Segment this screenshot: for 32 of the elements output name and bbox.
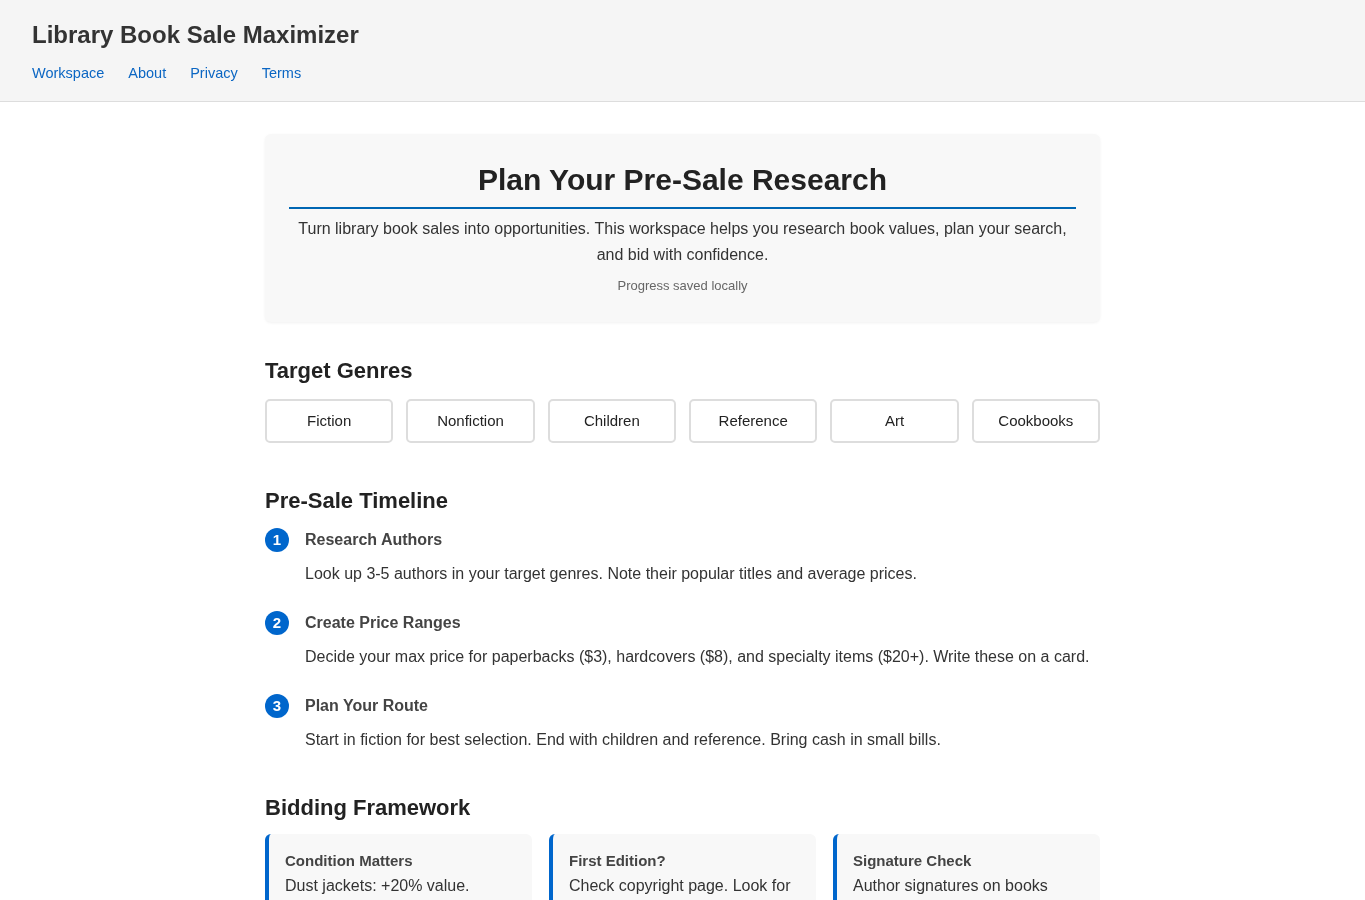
genre-button[interactable]: Children xyxy=(547,399,676,443)
tip-text: Check copyright page. Look for xyxy=(569,877,792,895)
intro-description: Turn library book sales into opportunities. This workspace helps you research book values, plan your search, and bid with confidence. xyxy=(297,219,1068,265)
tip-title: Signature Check xyxy=(853,851,973,871)
genre-button[interactable]: Nonfiction xyxy=(406,399,535,443)
genre-button[interactable]: Cookbooks xyxy=(971,399,1100,443)
tip-text: Dust jackets: +20% value. xyxy=(285,877,471,895)
step-number: 1 xyxy=(265,528,289,552)
step-number: 2 xyxy=(265,611,289,635)
nav-link[interactable]: Terms xyxy=(261,63,302,83)
genre-button[interactable]: Fiction xyxy=(265,399,394,443)
step-number: 3 xyxy=(265,694,289,718)
intro-title: Plan Your Pre-Sale Research xyxy=(289,162,1076,209)
nav-link[interactable]: About xyxy=(128,63,167,83)
section-heading: Pre-Sale Timeline xyxy=(265,487,449,515)
step-description: Start in fiction for best selection. End with children and reference. Bring cash in small bills. xyxy=(305,730,942,750)
step-title: Create Price Ranges xyxy=(305,613,461,633)
nav-link[interactable]: Privacy xyxy=(190,63,238,83)
step-description: Look up 3-5 authors in your target genres. Note their popular titles and average prices. xyxy=(305,564,918,584)
save-status: Progress saved locally xyxy=(616,277,749,295)
tip-text: Author signatures on books xyxy=(853,877,1049,895)
section-heading: Target Genres xyxy=(265,357,414,385)
tip-title: First Edition? xyxy=(569,851,667,871)
nav-link[interactable]: Workspace xyxy=(32,63,105,83)
step-description: Decide your max price for paperbacks ($3), hardcovers ($8), and specialty items ($20+). Write these on a card. xyxy=(305,647,1091,667)
genre-button[interactable]: Reference xyxy=(689,399,818,443)
site-title: Library Book Sale Maximizer xyxy=(32,20,359,50)
genre-button[interactable]: Art xyxy=(830,399,959,443)
tip-title: Condition Matters xyxy=(285,851,414,871)
step-title: Plan Your Route xyxy=(305,696,428,716)
step-title: Research Authors xyxy=(305,530,443,550)
section-heading: Bidding Framework xyxy=(265,794,472,822)
